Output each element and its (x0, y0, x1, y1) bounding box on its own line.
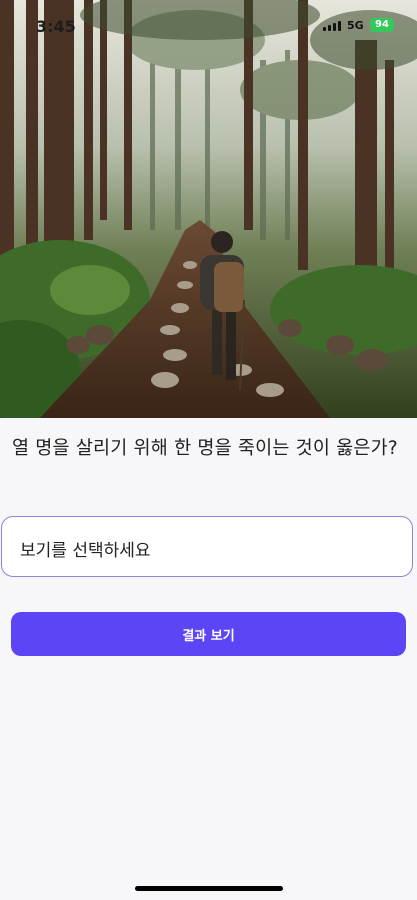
battery-icon: 94 (370, 18, 394, 32)
show-result-button[interactable]: 결과 보기 (11, 612, 406, 656)
forest-path-illustration (0, 0, 417, 418)
network-type: 5G (347, 19, 364, 32)
question-text: 열 명을 살리기 위해 한 명을 죽이는 것이 옳은가? (12, 438, 398, 459)
hero-image (0, 0, 417, 418)
cellular-signal-icon (323, 21, 341, 31)
status-bar: 3:45 5G 94 (0, 0, 417, 54)
select-placeholder: 보기를 선택하세요 (20, 541, 151, 561)
status-time: 3:45 (36, 17, 76, 36)
answer-select[interactable]: 보기를 선택하세요 (1, 516, 413, 577)
home-indicator[interactable] (135, 886, 283, 891)
